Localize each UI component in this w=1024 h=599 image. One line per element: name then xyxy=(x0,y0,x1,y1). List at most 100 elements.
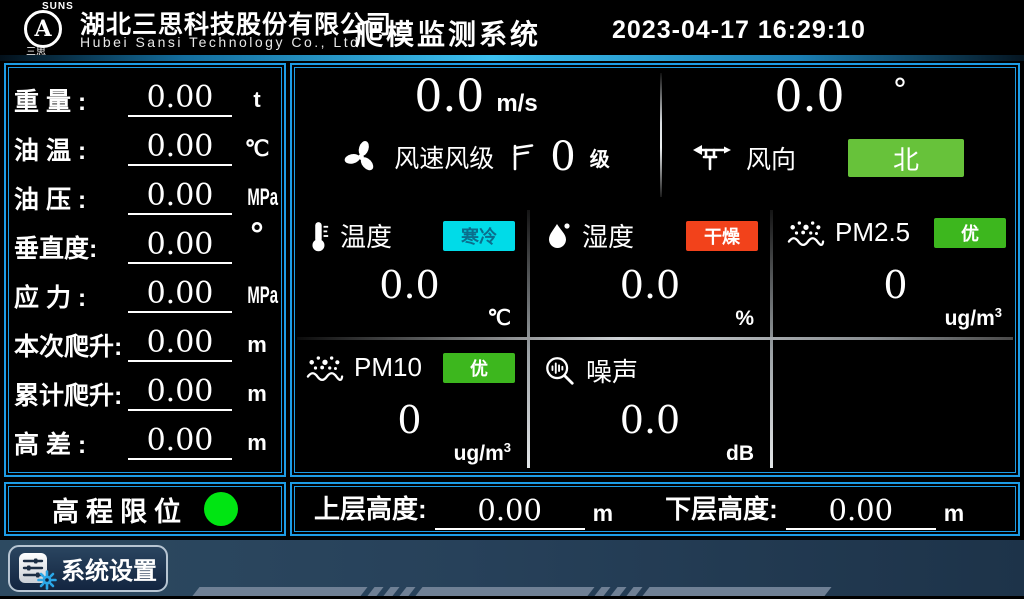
wind-level-value: 0 xyxy=(550,137,575,177)
upper-height-unit: m xyxy=(593,500,613,530)
noise-icon xyxy=(544,355,576,387)
pm25-unit: ug/m3 xyxy=(945,305,1002,331)
metric-row-oil-temp: 油 温 : 0.00 ℃ xyxy=(14,124,276,173)
lower-height-group: 下层高度: 0.00 m xyxy=(665,489,964,530)
level-heights-box: 上层高度: 0.00 m 下层高度: 0.00 m xyxy=(290,482,1020,536)
wind-level-barb-icon xyxy=(508,142,536,172)
upper-height-label: 上层高度: xyxy=(314,489,427,530)
humidity-unit: % xyxy=(735,307,754,331)
fan-icon xyxy=(342,138,380,176)
humidity-status-badge: 干燥 xyxy=(686,221,758,251)
wind-direction-block: 0.0 ° 风向 北 xyxy=(664,65,1018,205)
wind-compass-display: 北 xyxy=(848,139,964,177)
humidity-value: 0.0 xyxy=(530,263,770,307)
thermometer-icon xyxy=(306,219,330,253)
temperature-cell: 温度 寒冷 0.0 ℃ xyxy=(292,205,527,337)
noise-unit: dB xyxy=(726,442,754,466)
metric-unit: m xyxy=(238,381,276,407)
pm10-cell: PM10 优 0 ug/m3 xyxy=(292,340,527,472)
wind-speed-unit: m/s xyxy=(496,90,537,118)
metric-label: 重 量 : xyxy=(14,82,126,118)
metric-value: 0.00 xyxy=(128,425,232,461)
footer-decorative-stripes xyxy=(196,587,828,596)
pm10-status-badge: 优 xyxy=(443,353,515,383)
humidity-cell: 湿度 干燥 0.0 % xyxy=(530,205,770,337)
pm25-status-badge: 优 xyxy=(934,218,1006,248)
metric-value: 0.00 xyxy=(128,82,232,118)
metric-label: 垂直度: xyxy=(14,229,126,265)
temperature-value: 0.0 xyxy=(292,263,527,307)
pm10-unit: ug/m3 xyxy=(454,440,511,466)
metric-unit: m xyxy=(238,332,276,358)
upper-height-group: 上层高度: 0.00 m xyxy=(314,489,613,530)
metric-label: 本次爬升: xyxy=(14,327,126,363)
system-settings-button[interactable]: 系统设置 xyxy=(8,545,168,592)
metric-row-stress: 应 力 : 0.00 MPa xyxy=(14,271,276,320)
environment-panel: 0.0 m/s 风速风级 0 xyxy=(290,63,1020,477)
metric-row-current-climb: 本次爬升: 0.00 m xyxy=(14,320,276,369)
humidity-label: 湿度 xyxy=(582,217,634,254)
noise-cell: 噪声 0.0 dB xyxy=(530,340,770,472)
pm25-value: 0 xyxy=(773,263,1018,307)
metric-value: 0.00 xyxy=(128,131,232,167)
wind-vane-icon xyxy=(692,141,732,175)
elevation-limit-box: 高程限位 xyxy=(4,482,286,536)
wind-direction-value: 0.0 xyxy=(775,71,845,122)
wind-speed-block: 0.0 m/s 风速风级 0 xyxy=(292,65,660,205)
metric-row-total-climb: 累计爬升: 0.00 m xyxy=(14,369,276,418)
lower-height-value: 0.00 xyxy=(786,493,936,530)
metric-unit: m xyxy=(238,430,276,456)
particles-icon xyxy=(306,353,344,383)
metric-label: 高 差 : xyxy=(14,425,126,461)
footer-bar: 系统设置 xyxy=(0,540,1024,599)
metric-unit: ° xyxy=(249,216,265,254)
metric-row-weight: 重 量 : 0.00 t xyxy=(14,75,276,124)
empty-cell xyxy=(773,340,1018,472)
logo-glyph: A xyxy=(34,16,51,42)
company-name-en: Hubei Sansi Technology Co., Ltd xyxy=(80,34,360,50)
metric-label: 油 温 : xyxy=(14,131,126,167)
wind-level-unit: 级 xyxy=(590,143,610,172)
elevation-limit-label: 高程限位 xyxy=(52,490,188,529)
temperature-status-badge: 寒冷 xyxy=(443,221,515,251)
lower-height-label: 下层高度: xyxy=(665,489,778,530)
lower-height-unit: m xyxy=(944,500,964,530)
upper-height-value: 0.00 xyxy=(435,493,585,530)
metric-label: 应 力 : xyxy=(14,278,126,314)
water-drop-icon xyxy=(544,220,572,252)
environment-grid: 温度 寒冷 0.0 ℃ 湿度 干燥 0.0 % xyxy=(292,205,1018,475)
gear-icon xyxy=(37,570,57,590)
metric-unit: t xyxy=(238,87,276,113)
pm25-label: PM2.5 xyxy=(835,217,910,248)
metric-row-verticality: 垂直度: 0.00 ° xyxy=(14,222,276,271)
metric-label: 累计爬升: xyxy=(14,376,126,412)
elevation-limit-indicator xyxy=(204,492,238,526)
page-title: 爬模监测系统 xyxy=(355,13,541,53)
metric-value: 0.00 xyxy=(128,180,232,216)
wind-direction-unit: ° xyxy=(892,73,907,108)
wind-speed-value: 0.0 xyxy=(414,71,484,122)
wind-speed-label: 风速风级 xyxy=(394,139,494,175)
wind-section: 0.0 m/s 风速风级 0 xyxy=(292,65,1018,205)
metric-value: 0.00 xyxy=(128,327,232,363)
particles-icon xyxy=(787,218,825,248)
metric-row-height-difference: 高 差 : 0.00 m xyxy=(14,418,276,467)
settings-sliders-icon xyxy=(19,553,51,585)
temperature-unit: ℃ xyxy=(487,306,511,331)
settings-button-label: 系统设置 xyxy=(61,551,157,586)
header: SUNS A 三思 湖北三思科技股份有限公司 Hubei Sansi Techn… xyxy=(0,0,1024,55)
wind-direction-label: 风向 xyxy=(746,140,796,176)
metric-label: 油 压 : xyxy=(14,180,126,216)
header-divider-bar xyxy=(0,55,1024,61)
metric-value: 0.00 xyxy=(128,229,232,265)
metric-unit: MPa xyxy=(247,184,278,212)
left-metrics-panel: 重 量 : 0.00 t 油 温 : 0.00 ℃ 油 压 : 0.00 MPa… xyxy=(4,63,286,477)
metric-unit: MPa xyxy=(247,282,278,310)
datetime-display: 2023-04-17 16:29:10 xyxy=(612,16,866,45)
noise-label: 噪声 xyxy=(586,352,638,389)
pm10-label: PM10 xyxy=(354,352,422,383)
metric-value: 0.00 xyxy=(128,376,232,412)
metric-value: 0.00 xyxy=(128,278,232,314)
pm25-cell: PM2.5 优 0 ug/m3 xyxy=(773,205,1018,337)
noise-value: 0.0 xyxy=(530,398,770,442)
